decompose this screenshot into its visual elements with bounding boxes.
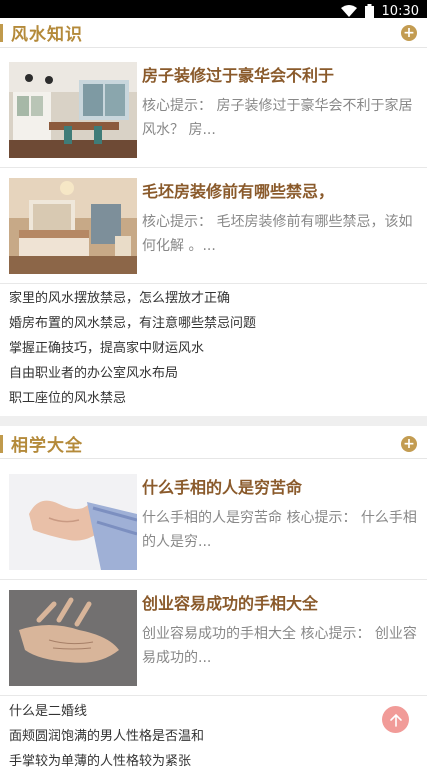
- article-link[interactable]: 掌握正确技巧，提高家中财运风水: [9, 336, 418, 361]
- section-header-fengshui: 风水知识 +: [0, 18, 427, 48]
- article-title[interactable]: 房子装修过于豪华会不利于: [142, 62, 419, 86]
- article-summary: 核心提示： 毛坯房装修前有哪些禁忌，该如何化解 。...: [142, 214, 413, 254]
- article-thumbnail: [9, 590, 137, 686]
- plus-circle-icon[interactable]: +: [401, 435, 417, 452]
- article-summary: 核心提示： 房子装修过于豪华会不利于家居风水？ 房...: [142, 98, 413, 138]
- article-link[interactable]: 什么是二婚线: [9, 699, 418, 724]
- article-link-list: 什么是二婚线 面颊圆润饱满的男人性格是否温和 手掌较为单薄的人性格较为紧张: [9, 699, 418, 774]
- article-card[interactable]: 毛坯房装修前有哪些禁忌， 核心提示： 毛坯房装修前有哪些禁忌，该如何化解 。..…: [0, 168, 427, 284]
- article-link[interactable]: 面颊圆润饱满的男人性格是否温和: [9, 724, 418, 749]
- article-title[interactable]: 毛坯房装修前有哪些禁忌，: [142, 178, 419, 202]
- wifi-icon: [340, 5, 357, 17]
- article-title[interactable]: 什么手相的人是穷苦命: [142, 474, 419, 498]
- article-link-list: 家里的风水摆放禁忌，怎么摆放才正确 婚房布置的风水禁忌，有注意哪些禁忌问题 掌握…: [9, 286, 418, 411]
- article-link[interactable]: 家里的风水摆放禁忌，怎么摆放才正确: [9, 286, 418, 311]
- section-title: 相学大全: [11, 436, 83, 456]
- article-summary: 什么手相的人是穷苦命 核心提示： 什么手相的人是穷...: [142, 510, 417, 550]
- article-link[interactable]: 自由职业者的办公室风水布局: [9, 361, 418, 386]
- section-accent-bar: [0, 23, 3, 42]
- section-divider: [0, 416, 427, 426]
- article-title[interactable]: 创业容易成功的手相大全: [142, 590, 419, 614]
- section-accent-bar: [0, 434, 3, 453]
- article-card[interactable]: 房子装修过于豪华会不利于 核心提示： 房子装修过于豪华会不利于家居风水？ 房..…: [0, 52, 427, 168]
- back-to-top-button[interactable]: [382, 706, 409, 733]
- article-card[interactable]: 创业容易成功的手相大全 创业容易成功的手相大全 核心提示： 创业容易成功的...: [0, 580, 427, 696]
- article-card[interactable]: 什么手相的人是穷苦命 什么手相的人是穷苦命 核心提示： 什么手相的人是穷...: [0, 464, 427, 580]
- article-link[interactable]: 婚房布置的风水禁忌，有注意哪些禁忌问题: [9, 311, 418, 336]
- arrow-up-icon: [389, 713, 402, 727]
- status-time: 10:30: [381, 3, 419, 19]
- plus-circle-icon[interactable]: +: [401, 24, 417, 41]
- article-summary: 创业容易成功的手相大全 核心提示： 创业容易成功的...: [142, 626, 417, 666]
- battery-icon: [364, 4, 374, 18]
- section-header-physiognomy: 相学大全 +: [0, 429, 427, 459]
- section-title: 风水知识: [11, 25, 83, 45]
- article-thumbnail: [9, 178, 137, 274]
- article-link[interactable]: 职工座位的风水禁忌: [9, 386, 418, 411]
- article-link[interactable]: 手掌较为单薄的人性格较为紧张: [9, 749, 418, 774]
- article-thumbnail: [9, 62, 137, 158]
- article-thumbnail: [9, 474, 137, 570]
